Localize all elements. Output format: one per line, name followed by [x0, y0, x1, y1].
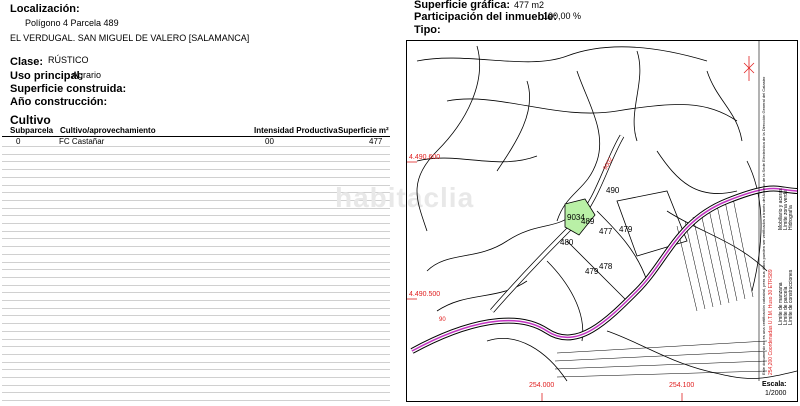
- table-empty-row: [2, 330, 390, 332]
- table-empty-row: [2, 338, 390, 340]
- table-header-subparcela: Subparcela: [10, 126, 54, 135]
- table-empty-row: [2, 223, 390, 224]
- table-empty-row: [2, 269, 390, 271]
- table-empty-row: [2, 184, 390, 186]
- table-header-superficie: Superficie m²: [338, 126, 389, 135]
- legend-item: Hidrografía: [788, 205, 794, 230]
- clase-label: Clase:: [10, 56, 44, 68]
- parcel-line: [706, 70, 743, 142]
- table-empty-row: [2, 238, 390, 240]
- map-svg: [407, 41, 797, 401]
- table-empty-row: [2, 400, 390, 402]
- table-empty-row: [2, 307, 390, 309]
- participacion-value: 100,00 %: [543, 11, 582, 21]
- superficie-construida-label: Superficie construida:: [10, 83, 127, 95]
- table-empty-rows: [2, 137, 390, 403]
- parcel-line: [416, 46, 708, 63]
- table-empty-row: [2, 176, 390, 178]
- table-empty-row: [2, 353, 390, 355]
- table-empty-row: [2, 161, 390, 163]
- parcel-label-480: 480: [560, 238, 574, 247]
- clase-value: RÚSTICO: [48, 55, 89, 65]
- table-empty-row: [2, 369, 390, 371]
- table-empty-row: [2, 361, 390, 363]
- parcel-line: [656, 150, 738, 194]
- table-header-row: Subparcela Cultivo/aprovechamiento Inten…: [2, 126, 390, 137]
- participacion-label: Participación del inmueble:: [414, 11, 558, 23]
- table-empty-row: [2, 346, 390, 348]
- table-empty-row: [2, 207, 390, 209]
- superficie-grafica-value: 477 m2: [514, 0, 545, 10]
- parcel-label-489: 489: [581, 217, 595, 226]
- table-empty-row: [2, 392, 390, 394]
- tipo-label: Tipo:: [414, 24, 441, 36]
- secondary-road: [490, 135, 624, 313]
- table-empty-row: [2, 146, 390, 147]
- table-empty-row: [2, 292, 390, 294]
- escala-label: Escala:: [762, 381, 787, 388]
- table-empty-row: [2, 215, 390, 217]
- escala-value: 1/2000: [765, 390, 787, 397]
- table-empty-row: [2, 169, 390, 171]
- uso-principal-value: Agrario: [72, 70, 102, 80]
- coord-left-bottom: 4.490.500: [409, 291, 441, 298]
- coord-left-top: 4.490.600: [409, 154, 441, 161]
- parcel-line: [496, 80, 531, 172]
- map-legend: Límite de manzana Límite de parcela Lími…: [760, 75, 796, 375]
- table-empty-row: [2, 377, 390, 378]
- localizacion-label: Localización:: [10, 3, 80, 15]
- table-empty-row: [2, 276, 390, 278]
- table-empty-row: [2, 284, 390, 286]
- table-empty-row: [2, 261, 390, 263]
- parcel-line: [666, 210, 768, 272]
- map-footnote-disclaimer: Este documento no es una certificación c…: [761, 76, 766, 375]
- table-empty-row: [2, 384, 390, 386]
- parcel-label-479: 479: [619, 225, 633, 234]
- legend-item: Límite de construcciones: [788, 269, 794, 325]
- parcel-label-479b: 479: [585, 267, 599, 276]
- map-footnote-coords: 254,200 Coordenadas U.T.M. Huso 30 ETRS8…: [768, 269, 774, 375]
- parcel-line: [486, 338, 568, 382]
- parcel-line: [633, 50, 641, 142]
- table-empty-row: [2, 230, 390, 232]
- table-header-intensidad: Intensidad Productiva: [254, 126, 338, 135]
- table-empty-row: [2, 192, 390, 194]
- parcel-line: [416, 45, 480, 232]
- parcel-label-478: 478: [599, 262, 613, 271]
- road-label-2: 90: [439, 317, 446, 323]
- table-empty-row: [2, 323, 390, 325]
- superficie-grafica-label: Superficie gráfica:: [414, 0, 510, 11]
- table-empty-row: [2, 199, 390, 201]
- localizacion-line1: Polígono 4 Parcela 489: [25, 18, 119, 28]
- parcel-line: [546, 260, 584, 342]
- cadastral-map: 4.490.600 4.490.500 254.000 254.100 9002…: [406, 40, 798, 402]
- coord-bottom-right: 254.100: [669, 382, 695, 389]
- table-empty-row: [2, 315, 390, 317]
- parcel-line: [616, 190, 688, 257]
- table-empty-row: [2, 153, 390, 155]
- table-empty-row: [2, 253, 390, 255]
- cultivo-title: Cultivo: [10, 113, 51, 127]
- anio-construccion-label: Año construcción:: [10, 96, 108, 108]
- coord-bottom-left: 254.000: [529, 382, 555, 389]
- table-empty-row: [2, 300, 390, 301]
- table-header-cultivo: Cultivo/aprovechamiento: [60, 126, 156, 135]
- parcel-label-477: 477: [599, 227, 613, 236]
- north-arrow-icon: [743, 56, 755, 81]
- localizacion-line2: EL VERDUGAL. SAN MIGUEL DE VALERO [SALAM…: [10, 33, 250, 43]
- table-empty-row: [2, 246, 390, 248]
- parcel-label-490: 490: [606, 186, 620, 195]
